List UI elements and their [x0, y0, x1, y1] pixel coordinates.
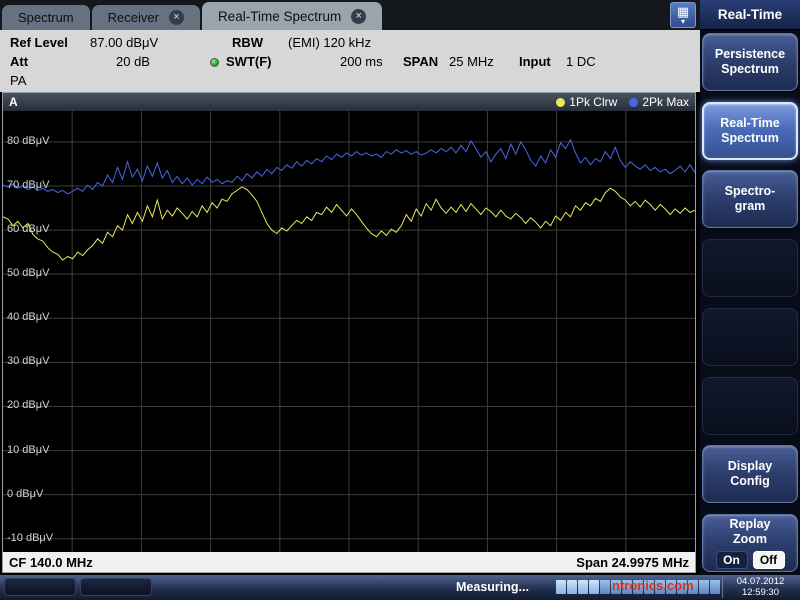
- chart-footer: CF 140.0 MHz Span 24.9975 MHz: [3, 552, 695, 572]
- progress-segment: [567, 580, 577, 594]
- softkey-real-time-spectrum[interactable]: Real-Time Spectrum: [702, 102, 798, 160]
- y-tick-label: 60 dBμV: [7, 223, 49, 235]
- softkey-empty-3: [702, 377, 798, 435]
- spectrum-chart-panel: A 1Pk Clrw 2Pk Max 80 dBμV 70 dBμV 60 dBμV 5…: [2, 92, 696, 573]
- status-button-2[interactable]: [80, 578, 152, 596]
- status-button-1[interactable]: [4, 578, 76, 596]
- softkey-persistence-spectrum[interactable]: Persistence Spectrum: [702, 33, 798, 91]
- softkey-empty-1: [702, 239, 798, 297]
- trace-legend: 1Pk Clrw 2Pk Max: [556, 95, 689, 109]
- y-tick-label: 40 dBμV: [7, 311, 49, 323]
- softkey-label: Real-Time Spectrum: [720, 116, 780, 146]
- progress-segment: [589, 580, 599, 594]
- tab-receiver[interactable]: Receiver ×: [92, 5, 200, 30]
- time-text: 12:59:30: [723, 588, 798, 599]
- grid-icon: ▦: [677, 6, 689, 18]
- span-readout[interactable]: Span 24.9975 MHz: [576, 555, 689, 570]
- swt-value[interactable]: 200 ms: [340, 54, 383, 69]
- tab-close-icon[interactable]: ×: [351, 9, 366, 24]
- window-layout-icon[interactable]: ▦ ▾: [670, 2, 696, 28]
- watermark-text: ntronics.com: [612, 578, 694, 593]
- legend-item[interactable]: 2Pk Max: [629, 95, 689, 109]
- plot-area[interactable]: 80 dBμV 70 dBμV 60 dBμV 50 dBμV 40 dBμV 30 dB…: [3, 111, 695, 552]
- toggle-option-off[interactable]: Off: [753, 551, 785, 569]
- settings-header: Ref Level 87.00 dBμV RBW (EMI) 120 kHz A…: [0, 30, 700, 92]
- progress-segment: [578, 580, 588, 594]
- progress-segment: [710, 580, 720, 594]
- y-tick-label: -10 dBμV: [7, 532, 53, 544]
- y-tick-label: 0 dBμV: [7, 488, 43, 500]
- softkey-replay-zoom[interactable]: Replay Zoom On Off: [702, 514, 798, 572]
- trace-name: 1Pk Clrw: [569, 95, 617, 109]
- trace-color-dot: [629, 98, 638, 107]
- input-label: Input: [519, 54, 551, 69]
- date-text: 04.07.2012: [723, 577, 798, 588]
- swt-label: SWT(F): [226, 54, 271, 69]
- trace-name: 2Pk Max: [642, 95, 689, 109]
- softkey-display-config[interactable]: Display Config: [702, 445, 798, 503]
- rbw-value[interactable]: (EMI) 120 kHz: [288, 35, 371, 50]
- input-value[interactable]: 1 DC: [566, 54, 596, 69]
- softkey-menu: Persistence Spectrum Real-Time Spectrum Sp…: [702, 33, 798, 572]
- softkey-label: Replay Zoom: [730, 517, 771, 547]
- tab-strip: Spectrum Receiver × Real-Time Spectrum ×: [0, 0, 700, 30]
- rbw-label: RBW: [232, 35, 263, 50]
- preamp-indicator: PA: [10, 73, 26, 88]
- chevron-down-icon: ▾: [681, 18, 685, 25]
- main-column: Spectrum Receiver × Real-Time Spectrum × ▦ ▾…: [0, 0, 700, 575]
- on-off-toggle: On Off: [716, 551, 785, 569]
- y-tick-label: 70 dBμV: [7, 179, 49, 191]
- y-tick-label: 20 dBμV: [7, 399, 49, 411]
- span-label: SPAN: [403, 54, 438, 69]
- trace-color-dot: [556, 98, 565, 107]
- softkey-sidebar: Real-Time Persistence Spectrum Real-Time …: [700, 0, 800, 575]
- plot-svg: [3, 111, 695, 552]
- chart-header: A 1Pk Clrw 2Pk Max: [3, 93, 695, 111]
- center-frequency-readout[interactable]: CF 140.0 MHz: [9, 555, 93, 570]
- y-tick-label: 80 dBμV: [7, 135, 49, 147]
- progress-segment: [600, 580, 610, 594]
- softkey-spectrogram[interactable]: Spectro- gram: [702, 170, 798, 228]
- tab-label: Real-Time Spectrum: [218, 9, 341, 24]
- ref-level-label: Ref Level: [10, 35, 68, 50]
- ref-level-value[interactable]: 87.00 dBμV: [90, 35, 158, 50]
- y-tick-label: 30 dBμV: [7, 355, 49, 367]
- softkey-menu-title: Real-Time: [700, 0, 800, 30]
- softkey-label: Spectro- gram: [725, 184, 776, 214]
- att-label: Att: [10, 54, 28, 69]
- tab-spectrum[interactable]: Spectrum: [2, 5, 90, 30]
- tab-close-icon[interactable]: ×: [169, 10, 184, 25]
- instrument-screen: Spectrum Receiver × Real-Time Spectrum × ▦ ▾…: [0, 0, 800, 600]
- softkey-label: Display Config: [728, 459, 772, 489]
- span-value[interactable]: 25 MHz: [449, 54, 494, 69]
- status-led-icon: [210, 58, 219, 67]
- legend-item[interactable]: 1Pk Clrw: [556, 95, 617, 109]
- att-value[interactable]: 20 dB: [116, 54, 150, 69]
- tab-label: Spectrum: [18, 10, 74, 25]
- softkey-label: Persistence Spectrum: [715, 47, 785, 77]
- measuring-status: Measuring...: [456, 580, 529, 594]
- datetime-display: 04.07.2012 12:59:30: [722, 577, 798, 598]
- tab-label: Receiver: [108, 10, 159, 25]
- tab-real-time-spectrum[interactable]: Real-Time Spectrum ×: [202, 2, 382, 30]
- softkey-empty-2: [702, 308, 798, 366]
- toggle-option-on[interactable]: On: [716, 551, 748, 569]
- progress-segment: [556, 580, 566, 594]
- y-tick-label: 10 dBμV: [7, 444, 49, 456]
- y-tick-label: 50 dBμV: [7, 267, 49, 279]
- window-label: A: [9, 95, 18, 109]
- progress-segment: [699, 580, 709, 594]
